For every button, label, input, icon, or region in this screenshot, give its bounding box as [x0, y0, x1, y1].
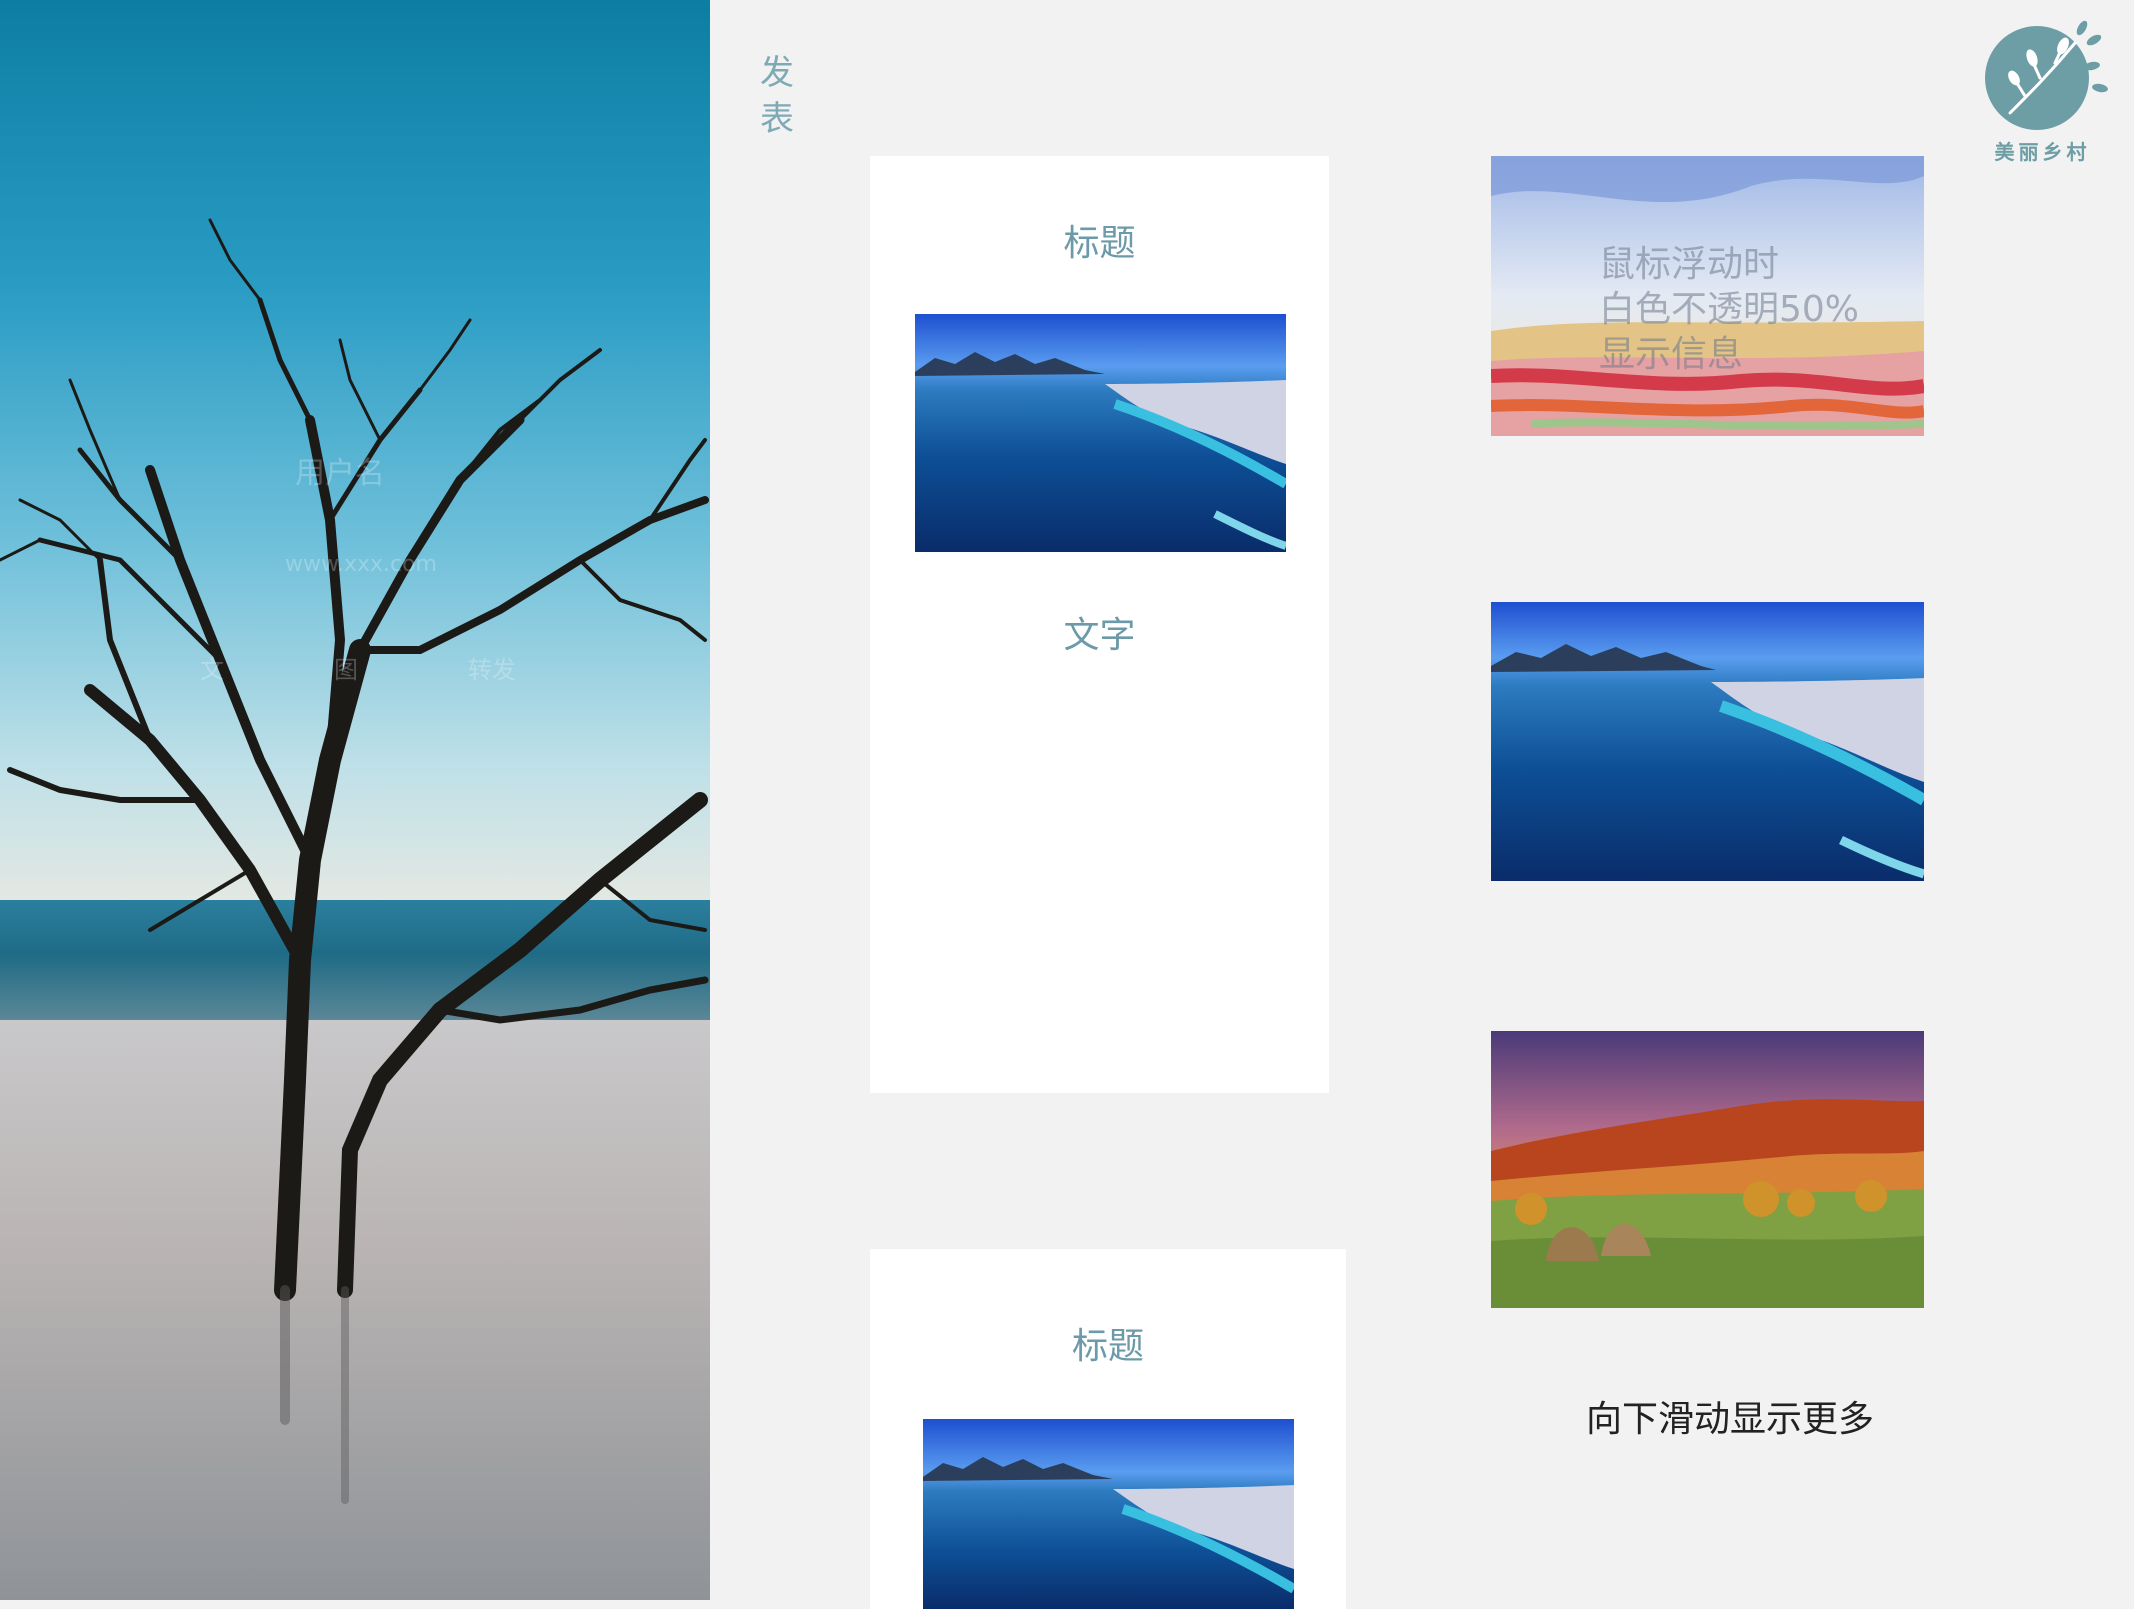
post-text: 文字 [1063, 615, 1136, 656]
gallery-image[interactable] [1491, 1031, 1924, 1308]
post-title: 标题 [1063, 223, 1136, 264]
hover-info: 鼠标浮动时 白色不透明50% 显示信息 [1599, 242, 1919, 377]
publish-char: 表 [760, 99, 794, 139]
bare-tree-illustration [0, 218, 709, 1504]
profile-hero-panel: 用户名 www.xxx.com 文 图 转发 [0, 0, 710, 1600]
hover-info-line: 白色不透明50% [1599, 289, 1860, 330]
nav-item-repost[interactable]: 转发 [468, 650, 516, 685]
publish-char: 发 [760, 53, 794, 93]
scroll-more-hint[interactable]: 向下滑动显示更多 [1540, 1390, 1920, 1442]
nav-item-image[interactable]: 图 [334, 650, 358, 685]
site-logo[interactable]: 美丽乡村 [1970, 18, 2110, 164]
post-image[interactable] [915, 314, 1286, 552]
logo-text: 美丽乡村 [1994, 140, 2091, 164]
post-image[interactable] [923, 1419, 1294, 1609]
leaf-icon [1985, 20, 2108, 130]
hover-info-line: 显示信息 [1599, 334, 1744, 375]
hover-info-line: 鼠标浮动时 [1599, 244, 1780, 285]
publish-link[interactable]: 发 表 [760, 50, 800, 142]
gallery-image[interactable]: 鼠标浮动时 白色不透明50% 显示信息 [1491, 156, 1924, 436]
user-website[interactable]: www.xxx.com [285, 552, 437, 577]
post-title: 标题 [1071, 1326, 1144, 1367]
gallery-image[interactable] [1491, 602, 1924, 881]
post-card[interactable]: 标题 [870, 1249, 1346, 1609]
nav-item-text[interactable]: 文 [200, 650, 224, 685]
post-card[interactable]: 标题 文字 [870, 156, 1329, 1093]
profile-nav: 文 图 转发 [200, 650, 516, 685]
user-name: 用户名 [295, 456, 385, 491]
